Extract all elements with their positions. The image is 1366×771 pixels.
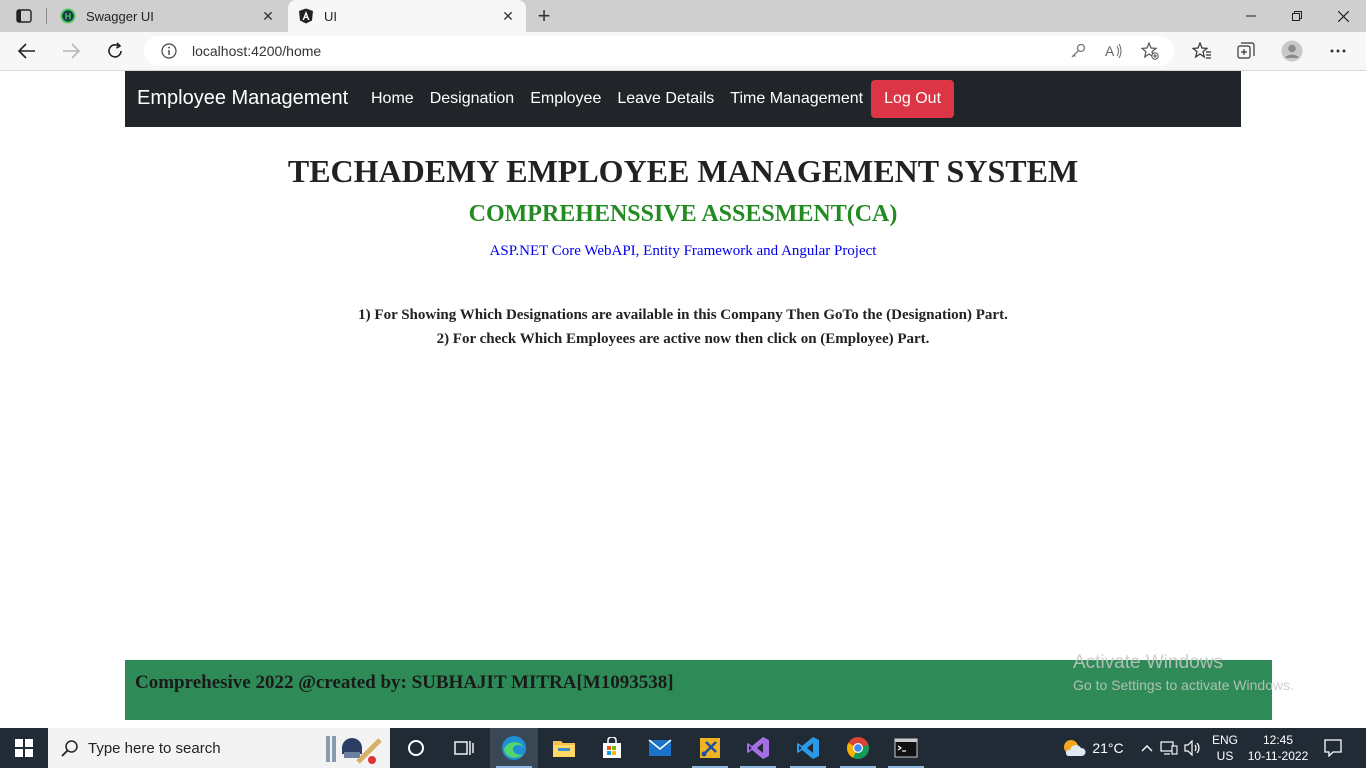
network-icon[interactable] [1158, 728, 1180, 768]
mail-icon[interactable] [636, 728, 684, 768]
page-subtitle: COMPREHENSSIVE ASSESMENT(CA) [468, 201, 898, 227]
logout-button[interactable]: Log Out [871, 80, 955, 118]
favorites-icon[interactable] [1190, 39, 1214, 63]
instruction-item: 2) For check Which Employees are active … [436, 331, 930, 347]
add-favorite-icon[interactable] [1140, 41, 1160, 61]
edge-taskbar-icon[interactable] [490, 728, 538, 768]
swagger-icon: H [60, 8, 76, 24]
svg-text:A: A [1105, 43, 1115, 59]
back-icon[interactable] [12, 36, 42, 66]
svg-text:H: H [65, 12, 72, 22]
collections-icon[interactable] [1234, 39, 1258, 63]
weather-icon[interactable] [1058, 728, 1088, 768]
file-explorer-icon[interactable] [540, 728, 588, 768]
read-aloud-icon[interactable]: A [1104, 41, 1124, 61]
page-title: TECHADEMY EMPLOYEE MANAGEMENT SYSTEM [287, 153, 1079, 189]
volume-icon[interactable] [1182, 728, 1204, 768]
notification-icon[interactable] [1318, 728, 1348, 768]
brand-link[interactable]: Employee Management [137, 87, 348, 110]
close-tab-icon[interactable]: ✕ [258, 6, 278, 26]
nav-time-management[interactable]: Time Management [722, 90, 871, 108]
tech-stack-line: ASP.NET Core WebAPI, Entity Framework an… [489, 243, 877, 259]
microsoft-store-icon[interactable] [588, 728, 636, 768]
nav-links: Home Designation Employee Leave Details … [363, 71, 955, 127]
watermark-title: Activate Windows [1073, 652, 1223, 673]
region-code: US [1216, 749, 1234, 763]
restore-icon[interactable] [1274, 0, 1320, 32]
browser-tab-strip: H Swagger UI ✕ UI ✕ + [0, 0, 1366, 32]
nav-employee[interactable]: Employee [522, 90, 609, 108]
cricket-search-highlight-icon [324, 732, 384, 771]
tab-separator [46, 8, 47, 24]
nav-leave-details[interactable]: Leave Details [609, 90, 722, 108]
vs-code-icon[interactable] [784, 728, 832, 768]
windows-start-icon[interactable] [0, 728, 48, 768]
clock-date: 10-11-2022 [1247, 749, 1309, 763]
refresh-icon[interactable] [100, 36, 130, 66]
tab-actions-icon[interactable] [10, 6, 38, 26]
lang-code: ENG [1211, 733, 1238, 747]
angular-icon [298, 8, 314, 24]
more-menu-icon[interactable] [1326, 39, 1350, 63]
chrome-icon[interactable] [834, 728, 882, 768]
web-page: Employee Management Home Designation Emp… [0, 71, 1366, 728]
close-window-icon[interactable] [1320, 0, 1366, 32]
browser-toolbar: localhost:4200/home A [0, 32, 1366, 71]
windows-taskbar: Type here to search 21°C ENG US 12:45 10… [0, 728, 1366, 768]
clock[interactable]: 12:45 10-11-2022 [1246, 728, 1310, 768]
snip-tool-icon[interactable] [686, 728, 734, 768]
watermark-subtitle: Go to Settings to activate Windows. [1073, 677, 1294, 693]
instructions: 1) For Showing Which Designations are av… [0, 303, 1366, 351]
tab-swagger[interactable]: H Swagger UI ✕ [50, 0, 286, 32]
footer-credit: Comprehesive 2022 @created by: SUBHAJIT … [135, 672, 674, 693]
task-view-icon[interactable] [440, 728, 488, 768]
nav-home[interactable]: Home [363, 90, 422, 108]
show-hidden-icons-icon[interactable] [1138, 728, 1156, 768]
nav-designation[interactable]: Designation [422, 90, 523, 108]
new-tab-icon[interactable]: + [532, 3, 556, 28]
url-text: localhost:4200/home [192, 43, 322, 59]
app-navbar: Employee Management Home Designation Emp… [125, 71, 1241, 127]
search-placeholder: Type here to search [88, 739, 221, 757]
terminal-icon[interactable] [882, 728, 930, 768]
instruction-item: 1) For Showing Which Designations are av… [358, 307, 1008, 323]
taskbar-search-input[interactable]: Type here to search [48, 728, 390, 768]
forward-icon[interactable] [56, 36, 86, 66]
minimize-icon[interactable] [1228, 0, 1274, 32]
profile-avatar-icon[interactable] [1280, 39, 1304, 63]
cortana-icon[interactable] [392, 728, 440, 768]
close-tab-icon[interactable]: ✕ [498, 6, 518, 26]
tab-ui[interactable]: UI ✕ [288, 0, 526, 32]
home-content: TECHADEMY EMPLOYEE MANAGEMENT SYSTEM COM… [0, 151, 1366, 351]
activate-windows-watermark: Activate Windows Go to Settings to activ… [1073, 651, 1294, 695]
tab-title: Swagger UI [86, 8, 154, 24]
tab-title: UI [324, 8, 337, 24]
address-bar[interactable]: localhost:4200/home [144, 36, 1174, 66]
key-icon[interactable] [1068, 41, 1088, 61]
visual-studio-icon[interactable] [734, 728, 782, 768]
language-indicator[interactable]: ENG US [1206, 728, 1244, 768]
clock-time: 12:45 [1262, 733, 1294, 747]
weather-temp[interactable]: 21°C [1090, 728, 1126, 768]
info-icon[interactable] [160, 42, 178, 60]
search-icon [60, 738, 80, 758]
